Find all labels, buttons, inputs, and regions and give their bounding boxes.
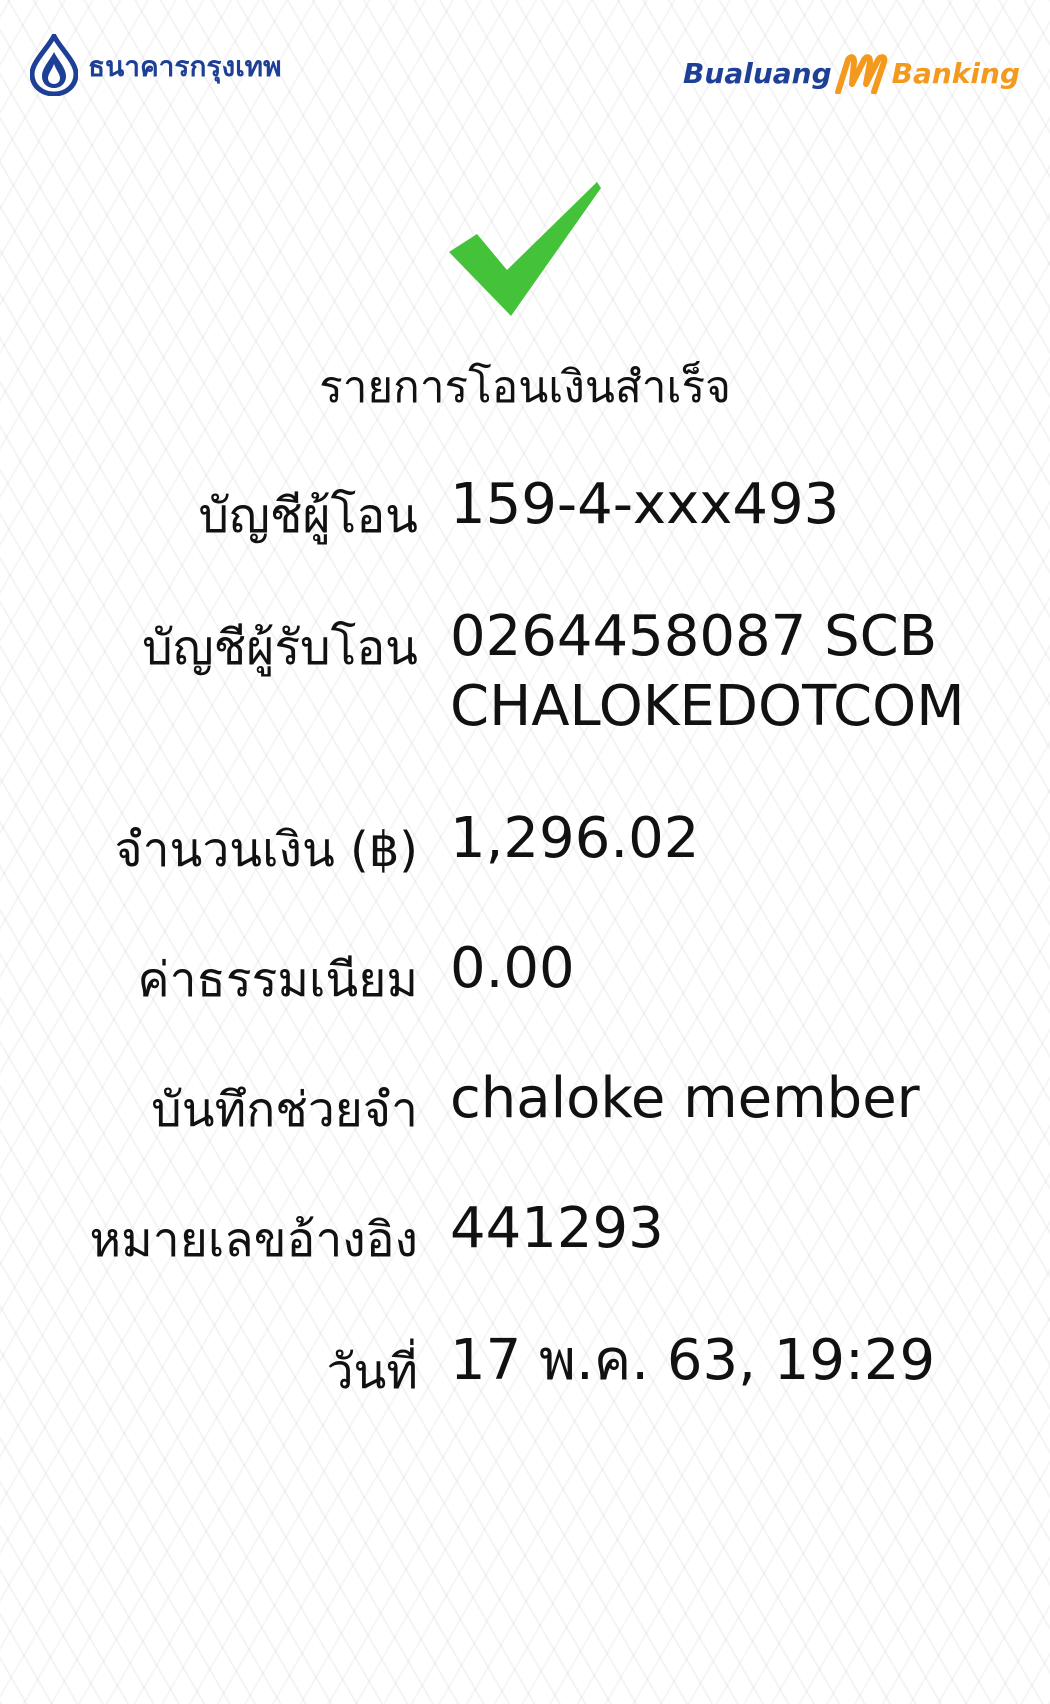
bank-name: ธนาคารกรุงเทพ [88,50,282,83]
bangkok-bank-logo: ธนาคารกรุงเทพ [30,34,282,96]
m-logo-icon [834,54,887,94]
to-account-label: บัญชีผู้รับโอน [142,620,418,676]
transfer-success-title: รายการโอนเงินสำเร็จ [319,362,731,413]
reference-value: 441293 [450,1194,1010,1264]
bangkok-bank-lotus-icon [30,34,78,96]
amount-label: จำนวนเงิน (฿) [114,822,418,878]
date-label: วันที่ [326,1344,418,1400]
from-account-label: บัญชีผู้โอน [198,488,419,544]
to-account-number-bank: 0264458087 SCB [450,604,938,669]
from-account-number: 159-4-xxx493 [450,472,840,537]
to-account-name: CHALOKEDOTCOM [450,674,965,739]
success-check-icon [449,182,601,316]
amount-number: 1,296.02 [450,806,700,871]
bualuang-mbanking-logo: Bualuang Banking [683,54,1020,94]
memo-text: chaloke member [450,1066,920,1131]
amount-value: 1,296.02 [450,804,1010,874]
date-text: 17 พ.ค. 63, 19:29 [450,1328,936,1393]
memo-label: บันทึกช่วยจำ [151,1082,418,1138]
to-account-value: 0264458087 SCB CHALOKEDOTCOM [450,602,1010,742]
reference-label: หมายเลขอ้างอิง [89,1212,418,1268]
fee-value: 0.00 [450,934,1010,1004]
date-value: 17 พ.ค. 63, 19:29 [450,1326,1010,1396]
from-account-value: 159-4-xxx493 [450,470,1010,540]
fee-number: 0.00 [450,936,575,1001]
reference-number: 441293 [450,1196,664,1261]
app-name-left: Bualuang [683,57,832,90]
fee-label: ค่าธรรมเนียม [137,952,418,1008]
app-name-right: Banking [891,57,1020,90]
slip-header: ธนาคารกรุงเทพ Bualuang Banking [0,0,1050,150]
memo-value: chaloke member [450,1064,1010,1134]
transfer-slip: ธนาคารกรุงเทพ Bualuang Banking รายการโอน… [0,0,1050,1704]
